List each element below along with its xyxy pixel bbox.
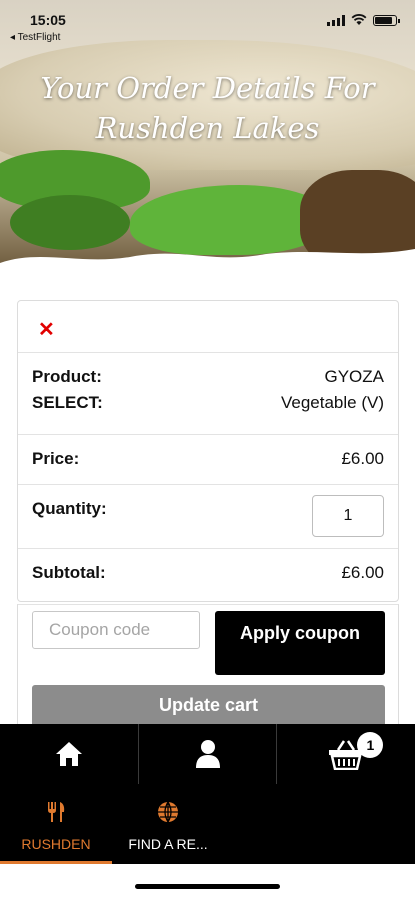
cart-subtotal-row: Subtotal: £6.00 [18,549,398,601]
remove-item-icon[interactable]: ✕ [38,317,55,342]
subtotal-value: £6.00 [341,563,384,582]
tab-rushden[interactable]: RUSHDEN [0,784,112,864]
coupon-section: Coupon code Apply coupon Update cart [17,604,399,725]
quantity-input[interactable]: 1 [312,495,384,537]
page-title: Your Order Details For Rushden Lakes [40,71,375,145]
coupon-code-input[interactable]: Coupon code [32,611,200,649]
select-label: SELECT: [32,393,103,412]
quantity-label: Quantity: [32,499,107,518]
wifi-icon [351,14,367,25]
product-value[interactable]: GYOZA [324,367,384,387]
cart-quantity-row: Quantity: 1 [18,485,398,549]
price-value: £6.00 [341,449,384,468]
select-value: Vegetable (V) [280,393,384,412]
status-bar: 15:05 ◂ TestFlight [0,10,415,43]
product-label: Product: [32,367,102,386]
cart-price-row: Price: £6.00 [18,435,398,485]
hero-wave-edge [0,249,415,270]
tab-find-restaurant[interactable]: FIND A RE... [112,784,224,864]
home-indicator[interactable] [135,884,280,889]
cart-remove-row: ✕ [18,301,398,353]
home-icon [55,742,82,766]
tab-rushden-label: RUSHDEN [21,836,91,852]
home-button[interactable] [0,724,139,784]
cutlery-icon [48,802,65,822]
user-icon [195,740,220,768]
cart-item-card: ✕ Product: GYOZA SELECT: Vegetable (V) P… [17,300,399,602]
status-indicators [327,14,400,26]
apply-coupon-button[interactable]: Apply coupon [215,611,385,675]
cart-count-badge: 1 [357,732,384,758]
quick-nav-bar: 1 [0,724,415,784]
tab-find-label: FIND A RE... [128,836,208,852]
status-time: 15:05 [30,12,66,28]
bottom-tab-bar: RUSHDEN FIND A RE... [0,784,415,864]
account-button[interactable] [139,724,278,784]
update-cart-button[interactable]: Update cart [32,685,385,725]
home-indicator-area [0,864,415,900]
signal-icon [327,14,345,26]
subtotal-label: Subtotal: [32,563,106,582]
cart-product-row: Product: GYOZA SELECT: Vegetable (V) [18,353,398,435]
price-label: Price: [32,449,80,468]
battery-icon [373,14,400,26]
globe-icon [158,801,178,823]
cart-button[interactable]: 1 [277,724,415,784]
testflight-back-link[interactable]: ◂ TestFlight [10,32,60,43]
